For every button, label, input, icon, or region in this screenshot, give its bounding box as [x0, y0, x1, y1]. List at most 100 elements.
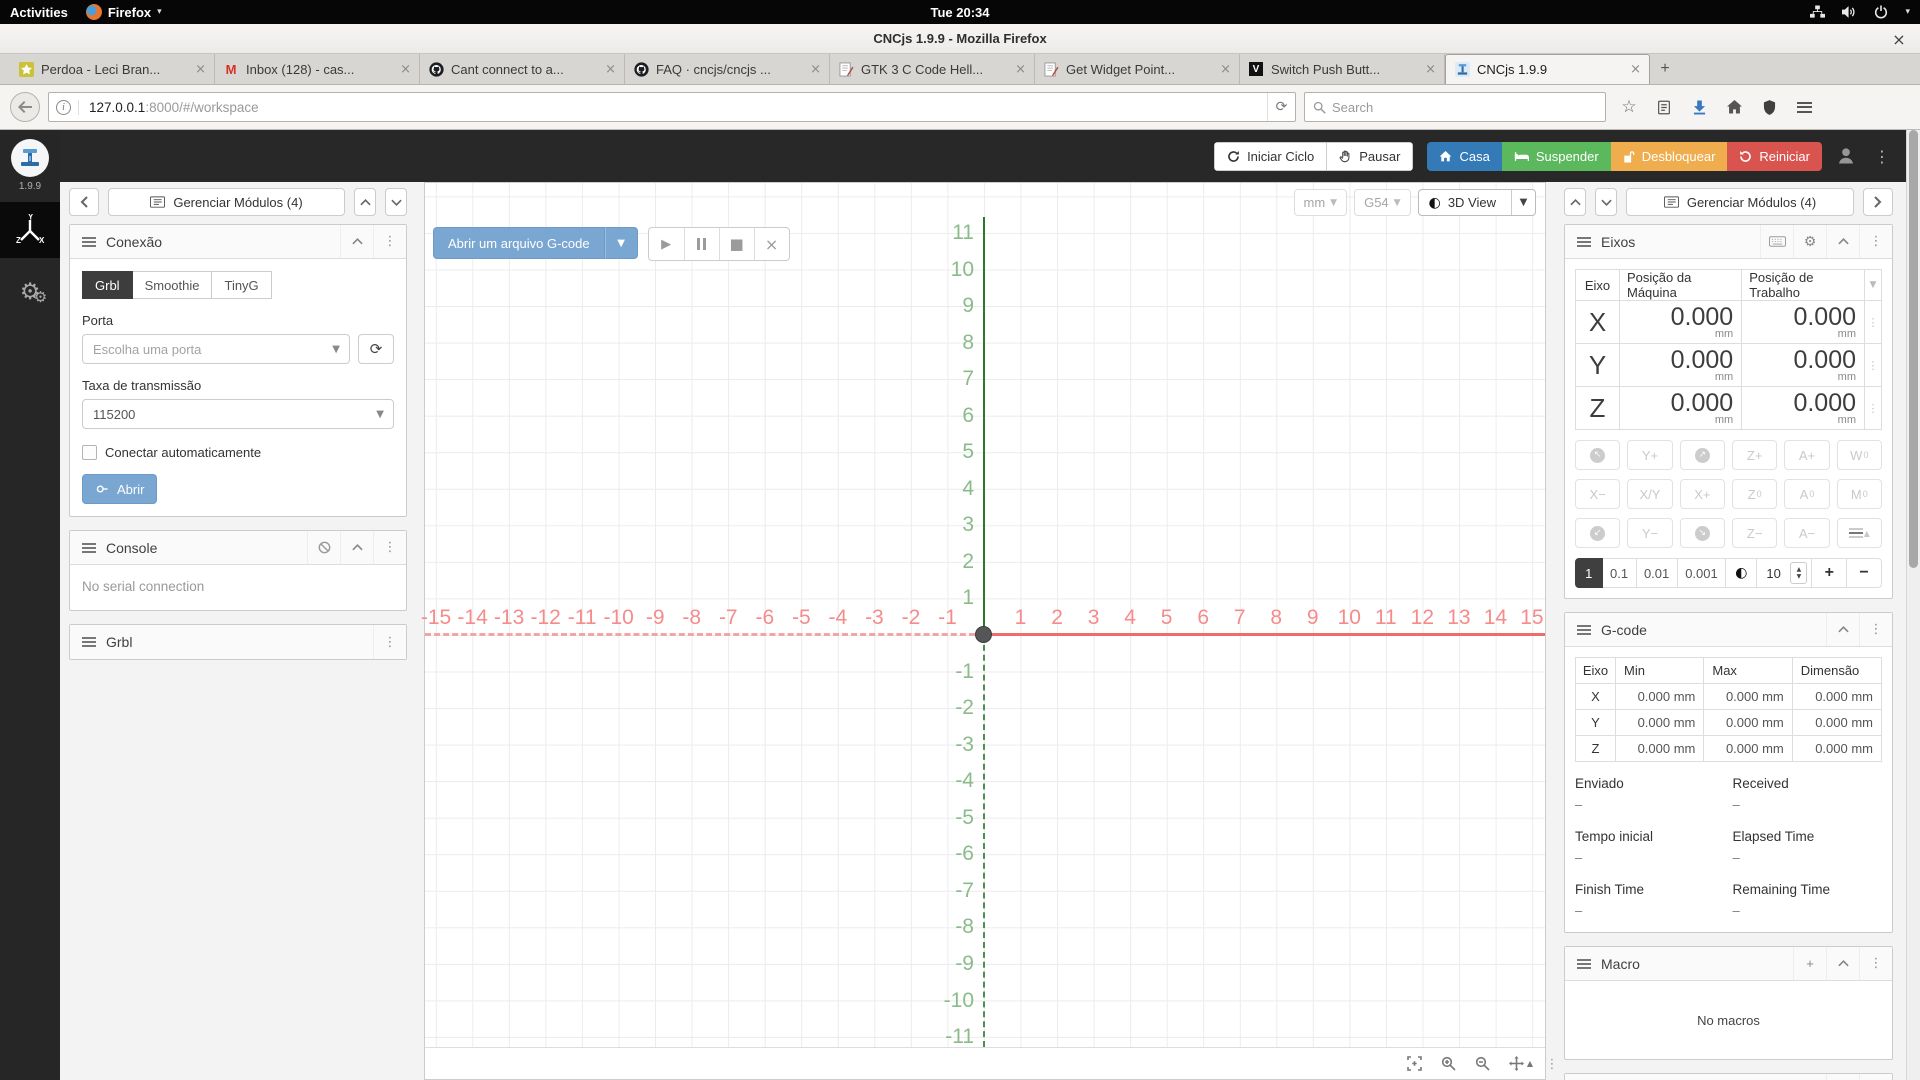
port-select[interactable]: Escolha uma porta ▼: [82, 334, 350, 364]
work-position[interactable]: 0.000 mm: [1741, 343, 1865, 387]
window-close-icon[interactable]: ×: [1888, 28, 1910, 50]
keyboard-shortcuts-icon[interactable]: [1760, 225, 1793, 258]
collapse-widget-icon[interactable]: [1826, 225, 1859, 258]
jog-a0-button[interactable]: A0: [1784, 479, 1830, 509]
collapse-left-panel-button[interactable]: [69, 188, 99, 216]
new-tab-button[interactable]: +: [1650, 54, 1680, 84]
widgets-up-button-right[interactable]: [1564, 188, 1586, 216]
scrollbar-thumb[interactable]: [1909, 130, 1918, 568]
tab-close-icon[interactable]: ×: [605, 62, 616, 77]
user-account-icon[interactable]: [1836, 146, 1856, 166]
widget-menu-icon[interactable]: ⋮: [1859, 947, 1892, 980]
jog-a-minus-button[interactable]: A−: [1784, 518, 1830, 548]
widget-menu-icon[interactable]: ⋮: [373, 225, 406, 258]
drag-handle-icon[interactable]: [1577, 236, 1591, 247]
collapse-widget-icon[interactable]: [1826, 947, 1859, 980]
app-menu-dots-icon[interactable]: ⋮: [1870, 147, 1894, 166]
custom-step-spinner[interactable]: 10 ▲ ▼: [1757, 558, 1813, 588]
reload-icon[interactable]: ⟳: [1267, 93, 1295, 121]
zoom-in-icon[interactable]: [1441, 1056, 1456, 1071]
jog-z-minus-button[interactable]: Z−: [1731, 518, 1778, 548]
manage-widgets-button-left[interactable]: Gerenciar Módulos (4): [108, 188, 345, 216]
browser-tab[interactable]: Cant connect to a... ×: [420, 54, 625, 84]
axis-row-menu-icon[interactable]: ⋮: [1864, 386, 1882, 430]
tab-close-icon[interactable]: ×: [1425, 62, 1436, 77]
jog-y-minus-button[interactable]: Y−: [1627, 518, 1673, 548]
stop-button[interactable]: ■: [718, 228, 754, 260]
browser-tab[interactable]: Perdoa - Leci Bran... ×: [10, 54, 215, 84]
sidebar-item-workspace[interactable]: Y Z X: [0, 202, 60, 258]
jog-sw-button[interactable]: ↙: [1575, 518, 1621, 548]
browser-tab[interactable]: V Switch Push Butt... ×: [1240, 54, 1445, 84]
network-icon[interactable]: [1810, 5, 1826, 19]
units-dropdown[interactable]: mm ▼: [1293, 189, 1348, 216]
settings-gear-icon[interactable]: ⚙: [1793, 225, 1826, 258]
tab-close-icon[interactable]: ×: [400, 62, 411, 77]
pause-button[interactable]: [683, 228, 719, 260]
open-gcode-caret-button[interactable]: ▼: [604, 227, 638, 259]
add-macro-icon[interactable]: +: [1793, 947, 1826, 980]
jog-x-minus-button[interactable]: X−: [1575, 479, 1621, 509]
jog-nw-button[interactable]: ↖: [1575, 440, 1621, 470]
jog-menu-button[interactable]: ▲: [1836, 518, 1882, 548]
close-gcode-button[interactable]: ×: [753, 228, 789, 260]
downloads-icon[interactable]: [1688, 96, 1710, 118]
browser-tab[interactable]: GTK 3 C Code Hell... ×: [830, 54, 1035, 84]
drag-handle-icon[interactable]: [82, 637, 96, 647]
collapse-widget-icon[interactable]: [340, 531, 373, 564]
zoom-out-icon[interactable]: [1475, 1056, 1490, 1071]
spinner-arrows[interactable]: ▲ ▼: [1790, 562, 1808, 584]
pan-icon[interactable]: ▲: [1508, 1056, 1533, 1071]
drag-handle-icon[interactable]: [82, 542, 96, 553]
collapse-widget-icon[interactable]: [340, 225, 373, 258]
custom-step-value[interactable]: 10: [1766, 566, 1786, 581]
step-increase-button[interactable]: +: [1812, 558, 1848, 588]
collapse-widget-icon[interactable]: [1826, 613, 1859, 646]
site-info-icon[interactable]: i: [49, 99, 79, 115]
view-dropdown[interactable]: ◐ 3D View ▼: [1417, 189, 1536, 216]
power-icon[interactable]: [1874, 5, 1888, 19]
jog-ne-button[interactable]: ↗: [1679, 440, 1725, 470]
visualizer[interactable]: -15 -14 -13 -12 -11 -10 -9 -8 -7 -6 -5 -4 -3 -2 -1 1 2 3 4…: [421, 182, 1546, 1080]
refresh-ports-button[interactable]: ⟳: [358, 334, 394, 364]
jog-a-plus-button[interactable]: A+: [1784, 440, 1830, 470]
page-scrollbar[interactable]: [1906, 130, 1920, 1080]
shield-icon[interactable]: [1758, 96, 1780, 118]
drag-handle-icon[interactable]: [1577, 624, 1591, 635]
panel-splitter[interactable]: ⋮: [1546, 182, 1559, 1080]
jog-m0-button[interactable]: M0: [1836, 479, 1882, 509]
url-bar[interactable]: i 127.0.0.1:8000/#/workspace ⟳: [48, 92, 1296, 122]
clock[interactable]: Tue 20:34: [0, 5, 1920, 20]
browser-tab[interactable]: CNCjs 1.9.9 ×: [1445, 54, 1650, 84]
work-position[interactable]: 0.000 mm: [1741, 386, 1865, 430]
widget-menu-icon[interactable]: ⋮: [373, 625, 406, 659]
manage-widgets-button-right[interactable]: Gerenciar Módulos (4): [1626, 188, 1854, 216]
jog-w0-button[interactable]: W0: [1836, 440, 1882, 470]
url-text[interactable]: 127.0.0.1:8000/#/workspace: [79, 100, 1267, 115]
controller-tab-grbl[interactable]: Grbl: [82, 271, 133, 299]
controller-tab-tinyg[interactable]: TinyG: [212, 271, 272, 299]
firefox-app-menu[interactable]: Firefox ▾: [85, 4, 162, 20]
open-connection-button[interactable]: Abrir: [82, 474, 158, 504]
jog-z0-button[interactable]: Z0: [1731, 479, 1778, 509]
collapse-right-panel-button[interactable]: [1863, 188, 1893, 216]
axis-row-menu-icon[interactable]: ⋮: [1864, 300, 1882, 344]
step-1-button[interactable]: 1: [1575, 558, 1603, 588]
clear-console-icon[interactable]: [307, 531, 340, 564]
tab-close-icon[interactable]: ×: [810, 62, 821, 77]
search-bar[interactable]: [1304, 92, 1606, 122]
tab-close-icon[interactable]: ×: [1015, 62, 1026, 77]
axis-row-menu-icon[interactable]: ⋮: [1864, 343, 1882, 387]
tab-close-icon[interactable]: ×: [1220, 62, 1231, 77]
step-0.01-button[interactable]: 0.01: [1636, 558, 1678, 588]
baud-select[interactable]: 115200 ▼: [82, 399, 394, 429]
step-0.1-button[interactable]: 0.1: [1602, 558, 1637, 588]
reiniciar-button[interactable]: Reiniciar: [1727, 141, 1822, 171]
drag-handle-icon[interactable]: [1577, 958, 1591, 969]
search-input[interactable]: [1332, 99, 1597, 115]
jog-z-plus-button[interactable]: Z+: [1731, 440, 1778, 470]
jog-se-button[interactable]: ↘: [1679, 518, 1725, 548]
open-gcode-button[interactable]: Abrir um arquivo G-code: [433, 227, 605, 259]
sidebar-item-settings[interactable]: ⚙ ⚙: [0, 264, 60, 320]
tray-caret-down-icon[interactable]: ▾: [1905, 7, 1910, 17]
